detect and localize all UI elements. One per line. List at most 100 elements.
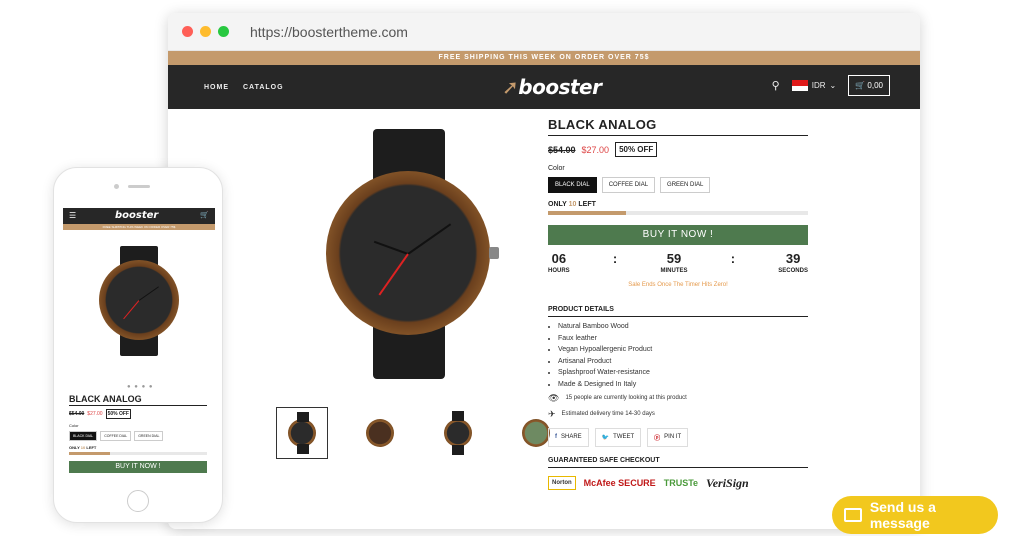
desktop-browser-window: https://boostertheme.com FREE SHIPPING T…	[168, 13, 920, 529]
facebook-share-label: SHARE	[561, 434, 582, 440]
logo-arrow-icon: ➚	[502, 75, 519, 99]
mobile-stock-indicator: ONLY 10 LEFT	[69, 445, 207, 450]
nav-catalog-link[interactable]: CATALOG	[243, 84, 284, 91]
mobile-color-label: Color	[69, 423, 79, 428]
thumbnail-black[interactable]	[276, 407, 328, 459]
timer-hours-value: 06	[551, 251, 567, 266]
mobile-buy-now-button[interactable]: BUY IT NOW !	[69, 461, 207, 473]
nav-home-link[interactable]: HOME	[204, 84, 229, 91]
chat-widget-button[interactable]: Send us a message	[832, 496, 998, 534]
timer-hours-label: HOURS	[548, 268, 570, 274]
thumbnail-gallery	[276, 407, 562, 459]
color-label: Color	[548, 165, 565, 172]
logo-text: booster	[518, 75, 602, 99]
stock-prefix: ONLY	[548, 201, 567, 208]
mobile-stock-progress-fill	[69, 452, 111, 455]
norton-badge: Norton	[548, 476, 576, 490]
chat-bubble-icon	[844, 508, 862, 522]
mobile-stock-prefix: ONLY	[69, 445, 80, 450]
product-page: BLACK ANALOG $54.00 $27.00 50% OFF Color…	[168, 109, 920, 529]
mobile-stock-progress-bar	[69, 452, 207, 455]
mobile-stock-suffix: LEFT	[86, 445, 97, 450]
discount-badge: 50% OFF	[615, 142, 658, 157]
watch-crown	[489, 247, 499, 259]
price-row: $54.00 $27.00 50% OFF	[548, 142, 808, 157]
address-bar[interactable]: https://boostertheme.com	[250, 24, 408, 40]
close-window-dot[interactable]	[182, 26, 193, 37]
search-icon[interactable]: ⚲	[772, 79, 780, 92]
currency-label: IDR	[811, 81, 826, 90]
pinterest-icon: ⓟ	[654, 435, 661, 442]
verisign-badge: VeriSign	[706, 475, 749, 490]
detail-item: Faux leather	[558, 335, 808, 342]
product-main-image[interactable]	[318, 129, 499, 379]
mobile-cart-icon[interactable]: 🛒	[200, 211, 209, 219]
safe-checkout-heading: GUARANTEED SAFE CHECKOUT	[548, 457, 808, 468]
mobile-product-info: BLACK ANALOG $54.00 $27.00 50% OFF Color…	[69, 394, 207, 473]
mobile-option-green-dial[interactable]: GREEN DIAL	[134, 431, 164, 441]
stock-progress-bar	[548, 211, 808, 215]
carousel-dots[interactable]: ● ● ● ●	[127, 384, 154, 390]
detail-item: Vegan Hypoallergenic Product	[558, 346, 808, 353]
mobile-product-title: BLACK ANALOG	[69, 394, 207, 406]
mobile-discount-badge: 50% OFF	[105, 409, 131, 419]
timer-separator: :	[612, 251, 618, 266]
thumbnail-brown[interactable]	[354, 407, 406, 459]
mobile-option-coffee-dial[interactable]: COFFEE DIAL	[100, 431, 132, 441]
mobile-product-image[interactable]	[93, 246, 185, 356]
phone-speaker	[128, 185, 150, 188]
twitter-share-label: TWEET	[613, 434, 635, 440]
mobile-color-options: BLACK DIAL COFFEE DIAL GREEN DIAL	[69, 431, 207, 441]
mcafee-badge: McAfee SECURE	[583, 478, 656, 488]
pinterest-share-button[interactable]: ⓟ PIN IT	[647, 427, 689, 447]
mobile-option-black-dial[interactable]: BLACK DIAL	[69, 431, 98, 441]
stock-count: 10	[568, 201, 577, 208]
timer-seconds-label: SECONDS	[778, 268, 808, 274]
mobile-price-row: $54.00 $27.00 50% OFF	[69, 409, 207, 419]
store-logo[interactable]: ➚booster	[502, 75, 602, 99]
mobile-logo[interactable]: booster	[115, 210, 158, 221]
mobile-navbar: ☰ booster 🛒	[63, 208, 215, 224]
cart-button[interactable]: 🛒 0,00	[848, 75, 890, 96]
eye-icon: 👁	[548, 392, 560, 403]
currency-selector[interactable]: IDR ⌄	[791, 80, 836, 91]
timer-seconds: 39 SECONDS	[778, 251, 808, 274]
twitter-icon: 🐦	[601, 434, 610, 441]
timer-seconds-value: 39	[785, 251, 801, 266]
buy-now-button[interactable]: BUY IT NOW !	[548, 225, 808, 245]
minimize-window-dot[interactable]	[200, 26, 211, 37]
detail-item: Natural Bamboo Wood	[558, 323, 808, 330]
twitter-share-button[interactable]: 🐦 TWEET	[594, 427, 642, 447]
mobile-sale-price: $27.00	[87, 411, 103, 417]
option-green-dial[interactable]: GREEN DIAL	[660, 177, 711, 193]
option-coffee-dial[interactable]: COFFEE DIAL	[601, 177, 656, 193]
detail-item: Artisanal Product	[558, 358, 808, 365]
hamburger-menu-icon[interactable]: ☰	[69, 211, 76, 220]
browser-toolbar: https://boostertheme.com	[168, 13, 920, 51]
sale-price: $27.00	[581, 144, 610, 155]
airplane-icon: ✈	[548, 408, 556, 419]
delivery-text: Estimated delivery time 14-30 days	[561, 411, 655, 417]
timer-minutes-label: MINUTES	[660, 268, 688, 274]
maximize-window-dot[interactable]	[218, 26, 229, 37]
product-info: BLACK ANALOG $54.00 $27.00 50% OFF Color…	[548, 117, 808, 491]
facebook-icon: f	[555, 434, 557, 440]
facebook-share-button[interactable]: f SHARE	[548, 427, 589, 447]
timer-separator: :	[730, 251, 736, 266]
viewers-notice: 👁 15 people are currently looking at thi…	[548, 393, 808, 404]
detail-item: Splashproof Water-resistance	[558, 369, 808, 376]
option-black-dial[interactable]: BLACK DIAL	[548, 177, 597, 193]
thumbnail-black-alt[interactable]	[432, 407, 484, 459]
timer-minutes-value: 59	[666, 251, 682, 266]
color-options: BLACK DIAL COFFEE DIAL GREEN DIAL	[548, 177, 808, 193]
timer-hours: 06 HOURS	[548, 251, 570, 274]
sale-note: Sale Ends Once The Timer Hits Zero!	[628, 282, 728, 288]
product-details-heading: PRODUCT DETAILS	[548, 306, 808, 317]
timer-minutes: 59 MINUTES	[660, 251, 687, 274]
cart-icon: 🛒	[855, 81, 866, 90]
mobile-promo-banner: FREE SHIPPING THIS WEEK ON ORDER OVER 75…	[63, 224, 215, 230]
phone-home-button[interactable]	[127, 490, 149, 512]
delivery-notice: ✈ Estimated delivery time 14-30 days	[548, 409, 808, 420]
nav-actions: ⚲ IDR ⌄ 🛒 0,00	[772, 75, 890, 96]
product-title: BLACK ANALOG	[548, 117, 808, 136]
